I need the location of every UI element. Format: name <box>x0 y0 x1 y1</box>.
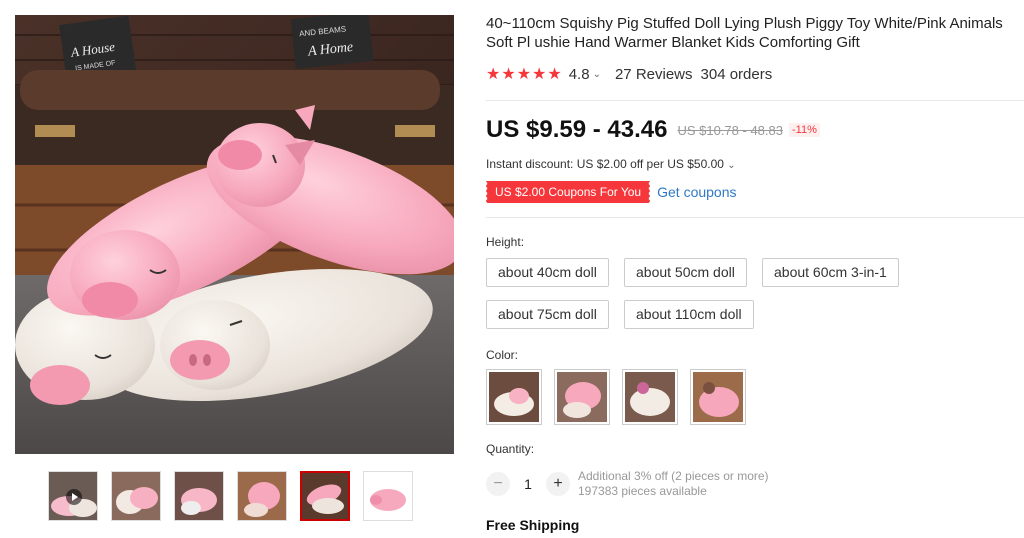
height-option-40cm[interactable]: about 40cm doll <box>486 258 609 287</box>
instant-discount-text: Instant discount: US $2.00 off per US $5… <box>486 157 724 171</box>
plush-pig-photo: A House IS MADE OF WALLS AND BEAMS A Hom… <box>15 15 454 454</box>
get-coupons-link[interactable]: Get coupons <box>657 184 736 200</box>
thumbnail-video[interactable] <box>48 471 98 521</box>
current-price: US $9.59 - 43.46 <box>486 116 668 143</box>
height-option-75cm[interactable]: about 75cm doll <box>486 300 609 329</box>
quantity-stepper: − 1 + Additional 3% off (2 pieces or mor… <box>486 469 769 499</box>
main-product-image[interactable]: A House IS MADE OF WALLS AND BEAMS A Hom… <box>15 15 454 454</box>
color-swatch-1[interactable] <box>486 369 542 425</box>
thumbnail-4[interactable] <box>237 471 287 521</box>
color-swatch-3[interactable] <box>622 369 678 425</box>
price-row: US $9.59 - 43.46 US $10.78 - 48.83 -11% <box>486 116 820 144</box>
chevron-down-icon: ⌄ <box>727 160 736 171</box>
coupon-badge: US $2.00 Coupons For You <box>484 181 651 203</box>
discount-badge: -11% <box>788 123 820 137</box>
swatch-image <box>489 372 539 422</box>
coupon-row: US $2.00 Coupons For You Get coupons <box>484 181 737 203</box>
quantity-notes: Additional 3% off (2 pieces or more) 197… <box>578 469 769 499</box>
increase-quantity-button[interactable]: + <box>546 472 570 496</box>
swatch-image <box>557 372 607 422</box>
divider <box>486 217 1024 218</box>
height-option-110cm[interactable]: about 110cm doll <box>624 300 754 329</box>
thumbnail-strip <box>48 471 413 521</box>
height-label: Height: <box>486 235 525 249</box>
thumbnail-3[interactable] <box>174 471 224 521</box>
reviews-link[interactable]: 27 Reviews <box>615 66 693 83</box>
quantity-label: Quantity: <box>486 442 535 456</box>
stock-available: 197383 pieces available <box>578 484 707 498</box>
thumb-image <box>302 473 348 519</box>
thumbnail-6[interactable] <box>363 471 413 521</box>
instant-discount[interactable]: Instant discount: US $2.00 off per US $5… <box>486 157 736 171</box>
chevron-down-icon[interactable]: ⌄ <box>593 69 601 80</box>
color-swatch-2[interactable] <box>554 369 610 425</box>
swatch-image <box>693 372 743 422</box>
rating-row: ★★★★★ 4.8 ⌄ 27 Reviews 304 orders <box>486 64 772 84</box>
thumb-image <box>238 472 286 520</box>
rating-score[interactable]: 4.8 <box>569 66 590 83</box>
orders-count: 304 orders <box>700 65 773 83</box>
play-icon <box>66 489 82 505</box>
color-swatch-4[interactable] <box>690 369 746 425</box>
thumb-image <box>364 472 412 520</box>
product-title: 40~110cm Squishy Pig Stuffed Doll Lying … <box>486 15 1003 51</box>
height-option-60cm[interactable]: about 60cm 3-in-1 <box>762 258 899 287</box>
swatch-image <box>625 372 675 422</box>
original-price: US $10.78 - 48.83 <box>677 122 783 138</box>
bulk-discount-note: Additional 3% off (2 pieces or more) <box>578 469 769 483</box>
star-rating-icon: ★★★★★ <box>486 66 563 83</box>
decrease-quantity-button[interactable]: − <box>486 472 510 496</box>
shipping-info: Free Shipping <box>486 517 580 533</box>
quantity-input[interactable]: 1 <box>510 476 546 492</box>
divider <box>486 100 1024 101</box>
thumbnail-5-selected[interactable] <box>300 471 350 521</box>
thumbnail-2[interactable] <box>111 471 161 521</box>
color-label: Color: <box>486 348 519 362</box>
thumb-image <box>175 472 223 520</box>
height-option-50cm[interactable]: about 50cm doll <box>624 258 747 287</box>
thumb-image <box>112 472 160 520</box>
